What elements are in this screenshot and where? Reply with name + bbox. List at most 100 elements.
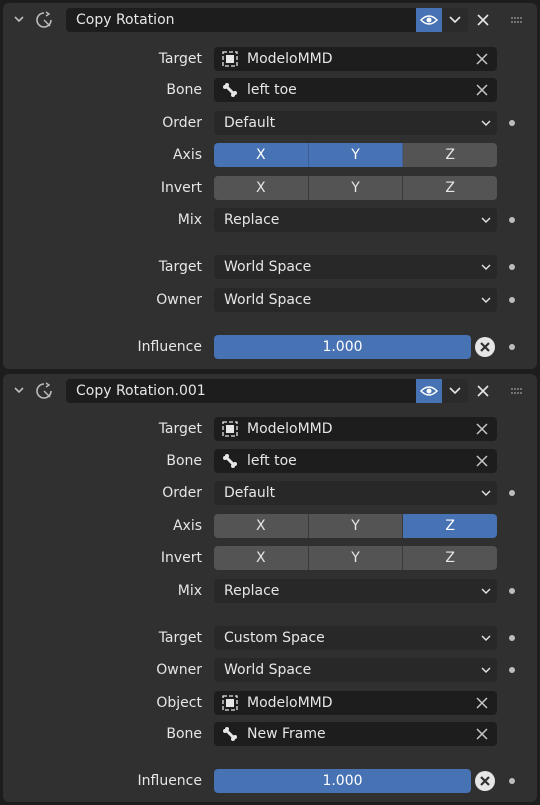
invert-x-toggle[interactable]: X <box>214 176 309 200</box>
animate-property-dot-icon[interactable] <box>509 635 515 641</box>
target-object-value: ModeloMMD <box>247 421 333 437</box>
chevron-down-icon <box>481 120 491 126</box>
invert-z-toggle[interactable]: Z <box>403 546 498 570</box>
animate-property-dot-icon[interactable] <box>509 297 515 303</box>
clear-field-x-icon[interactable] <box>475 422 489 436</box>
mix-label: Mix <box>177 212 202 228</box>
constraint-menu-chevron-icon[interactable] <box>442 8 468 32</box>
bone-label: Bone <box>166 453 202 469</box>
constraint-name-field[interactable]: Copy Rotation <box>66 8 416 32</box>
collapse-chevron-icon[interactable] <box>13 13 25 25</box>
chevron-down-icon <box>481 490 491 496</box>
target-object-field[interactable]: ModeloMMD <box>214 47 497 71</box>
drag-grip-icon[interactable] <box>510 386 524 396</box>
animate-property-dot-icon[interactable] <box>509 344 515 350</box>
influence-slider[interactable]: 1.000 <box>214 335 471 359</box>
order-label: Order <box>162 485 202 501</box>
axis-x-toggle[interactable]: X <box>214 514 309 538</box>
bone-field[interactable]: left toe <box>214 78 497 102</box>
target-label: Target <box>158 51 202 67</box>
order-value: Default <box>224 485 276 501</box>
delete-constraint-close-icon[interactable] <box>473 381 493 401</box>
target-space-row: Target World Space <box>3 255 537 279</box>
space-bone-row: Bone New Frame <box>3 722 537 746</box>
target-space-value: World Space <box>224 259 312 275</box>
invert-x-toggle[interactable]: X <box>214 546 309 570</box>
target-object-field[interactable]: ModeloMMD <box>214 417 497 441</box>
bone-icon <box>223 83 237 97</box>
axis-row: Axis X Y Z <box>3 143 537 167</box>
clear-field-x-icon[interactable] <box>475 696 489 710</box>
space-object-row: Object ModeloMMD <box>3 691 537 715</box>
chevron-down-icon <box>481 217 491 223</box>
order-label: Order <box>162 115 202 131</box>
chevron-down-icon <box>481 667 491 673</box>
clear-field-x-icon[interactable] <box>475 454 489 468</box>
clear-field-x-icon[interactable] <box>475 52 489 66</box>
space-object-field[interactable]: ModeloMMD <box>214 691 497 715</box>
target-object-value: ModeloMMD <box>247 51 333 67</box>
invert-z-toggle[interactable]: Z <box>403 176 498 200</box>
owner-space-dropdown[interactable]: World Space <box>214 288 497 312</box>
animate-property-dot-icon[interactable] <box>509 120 515 126</box>
influence-row: Influence 1.000 <box>3 335 537 359</box>
disable-keep-temp-x-circle-icon[interactable] <box>474 336 496 358</box>
axis-x-toggle[interactable]: X <box>214 143 309 167</box>
object-icon <box>222 695 238 711</box>
bone-label: Bone <box>166 82 202 98</box>
invert-y-toggle[interactable]: Y <box>308 546 404 570</box>
copy-rotation-constraint-icon <box>36 11 52 28</box>
axis-z-toggle[interactable]: Z <box>403 514 498 538</box>
visibility-eye-icon[interactable] <box>416 8 442 32</box>
animate-property-dot-icon[interactable] <box>509 667 515 673</box>
space-object-label: Object <box>156 695 202 711</box>
axis-y-toggle[interactable]: Y <box>308 514 404 538</box>
order-dropdown[interactable]: Default <box>214 481 497 505</box>
target-space-dropdown[interactable]: World Space <box>214 255 497 279</box>
delete-constraint-close-icon[interactable] <box>473 10 493 30</box>
bone-field[interactable]: left toe <box>214 449 497 473</box>
target-row: Target ModeloMMD <box>3 417 537 441</box>
invert-y-toggle[interactable]: Y <box>308 176 404 200</box>
mix-row: Mix Replace <box>3 208 537 232</box>
animate-property-dot-icon[interactable] <box>509 778 515 784</box>
mix-value: Replace <box>224 583 280 599</box>
order-dropdown[interactable]: Default <box>214 111 497 135</box>
visibility-eye-icon[interactable] <box>416 379 442 403</box>
animate-property-dot-icon[interactable] <box>509 264 515 270</box>
target-label: Target <box>158 421 202 437</box>
axis-y-toggle[interactable]: Y <box>308 143 404 167</box>
collapse-chevron-icon[interactable] <box>13 384 25 396</box>
mix-dropdown[interactable]: Replace <box>214 208 497 232</box>
target-space-row: Target Custom Space <box>3 626 537 650</box>
constraint-name-field[interactable]: Copy Rotation.001 <box>66 379 416 403</box>
influence-slider[interactable]: 1.000 <box>214 769 471 793</box>
axis-label: Axis <box>172 147 202 163</box>
owner-space-dropdown[interactable]: World Space <box>214 658 497 682</box>
owner-space-value: World Space <box>224 292 312 308</box>
owner-space-row: Owner World Space <box>3 658 537 682</box>
disable-keep-temp-x-circle-icon[interactable] <box>474 770 496 792</box>
mix-dropdown[interactable]: Replace <box>214 579 497 603</box>
animate-property-dot-icon[interactable] <box>509 217 515 223</box>
clear-field-x-icon[interactable] <box>475 83 489 97</box>
animate-property-dot-icon[interactable] <box>509 588 515 594</box>
constraint-header: Copy Rotation.001 <box>3 374 537 408</box>
clear-field-x-icon[interactable] <box>475 727 489 741</box>
copy-rotation-constraint-icon <box>36 382 52 399</box>
space-bone-field[interactable]: New Frame <box>214 722 497 746</box>
constraint-menu-chevron-icon[interactable] <box>442 379 468 403</box>
bone-row: Bone left toe <box>3 78 537 102</box>
invert-row: Invert X Y Z <box>3 546 537 570</box>
chevron-down-icon <box>481 588 491 594</box>
invert-toggle-group: X Y Z <box>214 176 498 200</box>
target-space-value: Custom Space <box>224 630 325 646</box>
animate-property-dot-icon[interactable] <box>509 490 515 496</box>
drag-grip-icon[interactable] <box>510 15 524 25</box>
axis-z-toggle[interactable]: Z <box>403 143 498 167</box>
owner-space-label: Owner <box>156 292 202 308</box>
space-bone-label: Bone <box>166 726 202 742</box>
constraint-panel-copy-rotation: Copy Rotation Target ModeloMMD Bone left… <box>3 3 537 369</box>
order-row: Order Default <box>3 481 537 505</box>
target-space-dropdown[interactable]: Custom Space <box>214 626 497 650</box>
